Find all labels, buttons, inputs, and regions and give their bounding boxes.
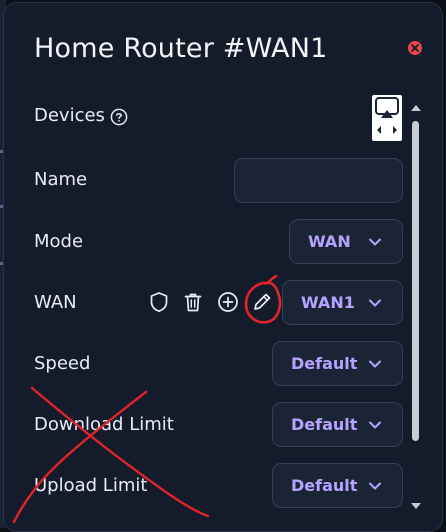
plus-circle-icon[interactable]: [217, 291, 239, 313]
upload-limit-label: Upload Limit: [34, 475, 148, 496]
shield-icon[interactable]: [148, 291, 170, 313]
scroll-up-arrow: [411, 105, 421, 111]
download-limit-label: Download Limit: [34, 414, 174, 435]
wan-select-value: WAN1: [301, 293, 355, 312]
wan-label: WAN: [34, 292, 77, 313]
speed-select[interactable]: Default: [272, 341, 403, 386]
close-icon: [411, 44, 419, 52]
name-input[interactable]: [234, 158, 403, 203]
download-limit-select[interactable]: Default: [272, 402, 403, 447]
cast-screen-icon[interactable]: [372, 95, 402, 141]
trash-icon[interactable]: [182, 291, 204, 313]
chevron-down-icon: [369, 299, 381, 307]
mode-select-value: WAN: [308, 232, 351, 251]
name-label: Name: [34, 169, 88, 190]
scrollbar-thumb[interactable]: [412, 121, 419, 441]
router-settings-dialog: Home Router #WAN1 Devices Name Mode WAN …: [3, 2, 443, 532]
dialog-title: Home Router #WAN1: [34, 33, 328, 64]
scroll-down-arrow: [411, 503, 421, 509]
chevron-down-icon: [369, 421, 381, 429]
chevron-down-icon: [369, 360, 381, 368]
download-limit-select-value: Default: [291, 415, 358, 434]
pencil-icon[interactable]: [251, 291, 273, 313]
speed-label: Speed: [34, 353, 91, 374]
chevron-down-icon: [369, 238, 381, 246]
chevron-down-icon: [369, 482, 381, 490]
close-button[interactable]: [408, 41, 422, 55]
speed-select-value: Default: [291, 354, 358, 373]
help-circle-icon[interactable]: [110, 108, 128, 126]
wan-select[interactable]: WAN1: [282, 280, 403, 325]
mode-label: Mode: [34, 231, 84, 252]
devices-label: Devices: [34, 105, 105, 126]
mode-select[interactable]: WAN: [289, 219, 403, 264]
upload-limit-select-value: Default: [291, 476, 358, 495]
upload-limit-select[interactable]: Default: [272, 463, 403, 508]
